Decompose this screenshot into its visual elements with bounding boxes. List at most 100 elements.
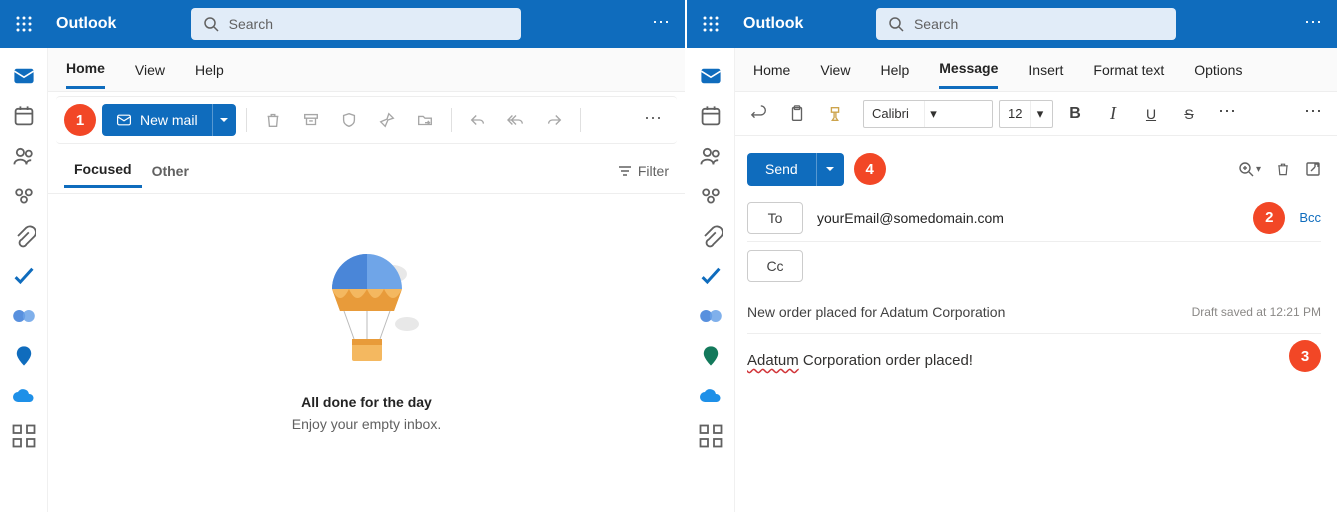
tab-help[interactable]: Help [195,52,224,88]
rail-calendar[interactable] [699,104,723,128]
groups-icon [699,184,723,208]
italic-button[interactable]: I [1097,98,1129,130]
rail-more-apps[interactable] [699,424,723,448]
app-title: Outlook [735,15,811,33]
body-word-1: Adatum [747,352,799,369]
tab-message[interactable]: Message [939,50,998,89]
titlebar-more-button[interactable] [645,8,677,40]
send-button[interactable]: Send [747,153,816,186]
bold-button[interactable]: B [1059,98,1091,130]
send-options-dropdown[interactable] [816,153,844,186]
delete-button[interactable] [257,104,289,136]
rail-mail[interactable] [12,64,36,88]
move-button[interactable] [409,104,441,136]
font-name-dropdown[interactable]: Calibri ▾ [863,100,993,128]
ribbon-more-button[interactable] [637,104,669,136]
format-painter-button[interactable] [819,98,851,130]
callout-4: 4 [854,153,886,185]
rail-more-apps[interactable] [12,424,36,448]
rail-todo[interactable] [12,264,36,288]
app-launcher-button[interactable] [695,8,727,40]
report-button[interactable] [333,104,365,136]
tab-home[interactable]: Home [753,52,790,88]
mail-icon [699,64,723,88]
rail-groups[interactable] [12,184,36,208]
rail-files[interactable] [699,224,723,248]
rail-bookings[interactable] [699,344,723,368]
people-icon [12,144,36,168]
forward-button[interactable] [538,104,570,136]
clipboard-icon [788,105,806,123]
rail-people[interactable] [699,144,723,168]
tab-focused[interactable]: Focused [64,153,142,188]
font-size-dropdown[interactable]: 12 ▾ [999,100,1053,128]
search-icon [203,16,219,32]
message-body[interactable]: Adatum Corporation order placed! [747,334,1321,369]
format-more-button[interactable] [1211,98,1243,130]
attachment-icon [12,224,36,248]
cc-input[interactable] [817,258,1321,274]
zoom-icon [1238,161,1254,177]
ribbon-overflow-button[interactable] [1297,98,1329,130]
outlook-window-compose: Outlook Search [687,0,1337,512]
to-input[interactable] [817,210,1239,226]
tab-help[interactable]: Help [880,52,909,88]
underline-button[interactable]: U [1135,98,1167,130]
search-placeholder: Search [914,16,958,32]
rail-people[interactable] [12,144,36,168]
empty-subtitle: Enjoy your empty inbox. [292,416,441,432]
new-mail-button[interactable]: New mail [102,104,212,136]
cc-picker-button[interactable]: Cc [747,250,803,282]
ribbon-tabs: Home View Help Message Insert Format tex… [735,48,1337,92]
rail-app-1[interactable] [699,304,723,328]
rail-groups[interactable] [699,184,723,208]
reply-all-button[interactable] [500,104,532,136]
tab-format[interactable]: Format text [1093,52,1164,88]
filter-icon [618,164,632,178]
sweep-button[interactable] [371,104,403,136]
new-mail-dropdown[interactable] [212,104,236,136]
to-picker-button[interactable]: To [747,202,803,234]
rail-todo[interactable] [699,264,723,288]
titlebar-more-button[interactable] [1297,8,1329,40]
reply-button[interactable] [462,104,494,136]
separator [246,108,247,132]
mail-plus-icon [116,112,132,128]
rail-mail[interactable] [699,64,723,88]
archive-button[interactable] [295,104,327,136]
app-title: Outlook [48,15,124,33]
strikethrough-button[interactable]: S [1173,98,1205,130]
paste-button[interactable] [781,98,813,130]
outlook-window-inbox: Outlook Search [0,0,685,512]
bcc-toggle[interactable]: Bcc [1299,210,1321,225]
search-box[interactable]: Search [191,8,521,40]
calendar-icon [699,104,723,128]
rail-bookings[interactable] [12,344,36,368]
rail-calendar[interactable] [12,104,36,128]
to-field-row: To 2 Bcc [747,194,1321,242]
tab-view[interactable]: View [820,52,850,88]
tab-view[interactable]: View [135,52,165,88]
filter-button[interactable]: Filter [618,163,669,179]
undo-button[interactable] [743,98,775,130]
rail-onedrive[interactable] [699,384,723,408]
tab-home[interactable]: Home [66,50,105,89]
tab-options[interactable]: Options [1194,52,1242,88]
search-box[interactable]: Search [876,8,1176,40]
broom-icon [378,111,396,129]
tab-insert[interactable]: Insert [1028,52,1063,88]
discard-button[interactable] [1275,161,1291,177]
app-launcher-button[interactable] [8,8,40,40]
zoom-button[interactable]: ▾ [1238,161,1261,177]
separator [580,108,581,132]
rail-app-1[interactable] [12,304,36,328]
search-icon [888,16,904,32]
chevron-down-icon: ▾ [924,101,942,127]
waffle-icon [703,16,719,32]
rail-files[interactable] [12,224,36,248]
rail-onedrive[interactable] [12,384,36,408]
subject-input[interactable]: New order placed for Adatum Corporation [747,304,1192,320]
popout-button[interactable] [1305,161,1321,177]
tab-other[interactable]: Other [142,155,199,187]
home-ribbon: 1 New mail [56,96,677,144]
